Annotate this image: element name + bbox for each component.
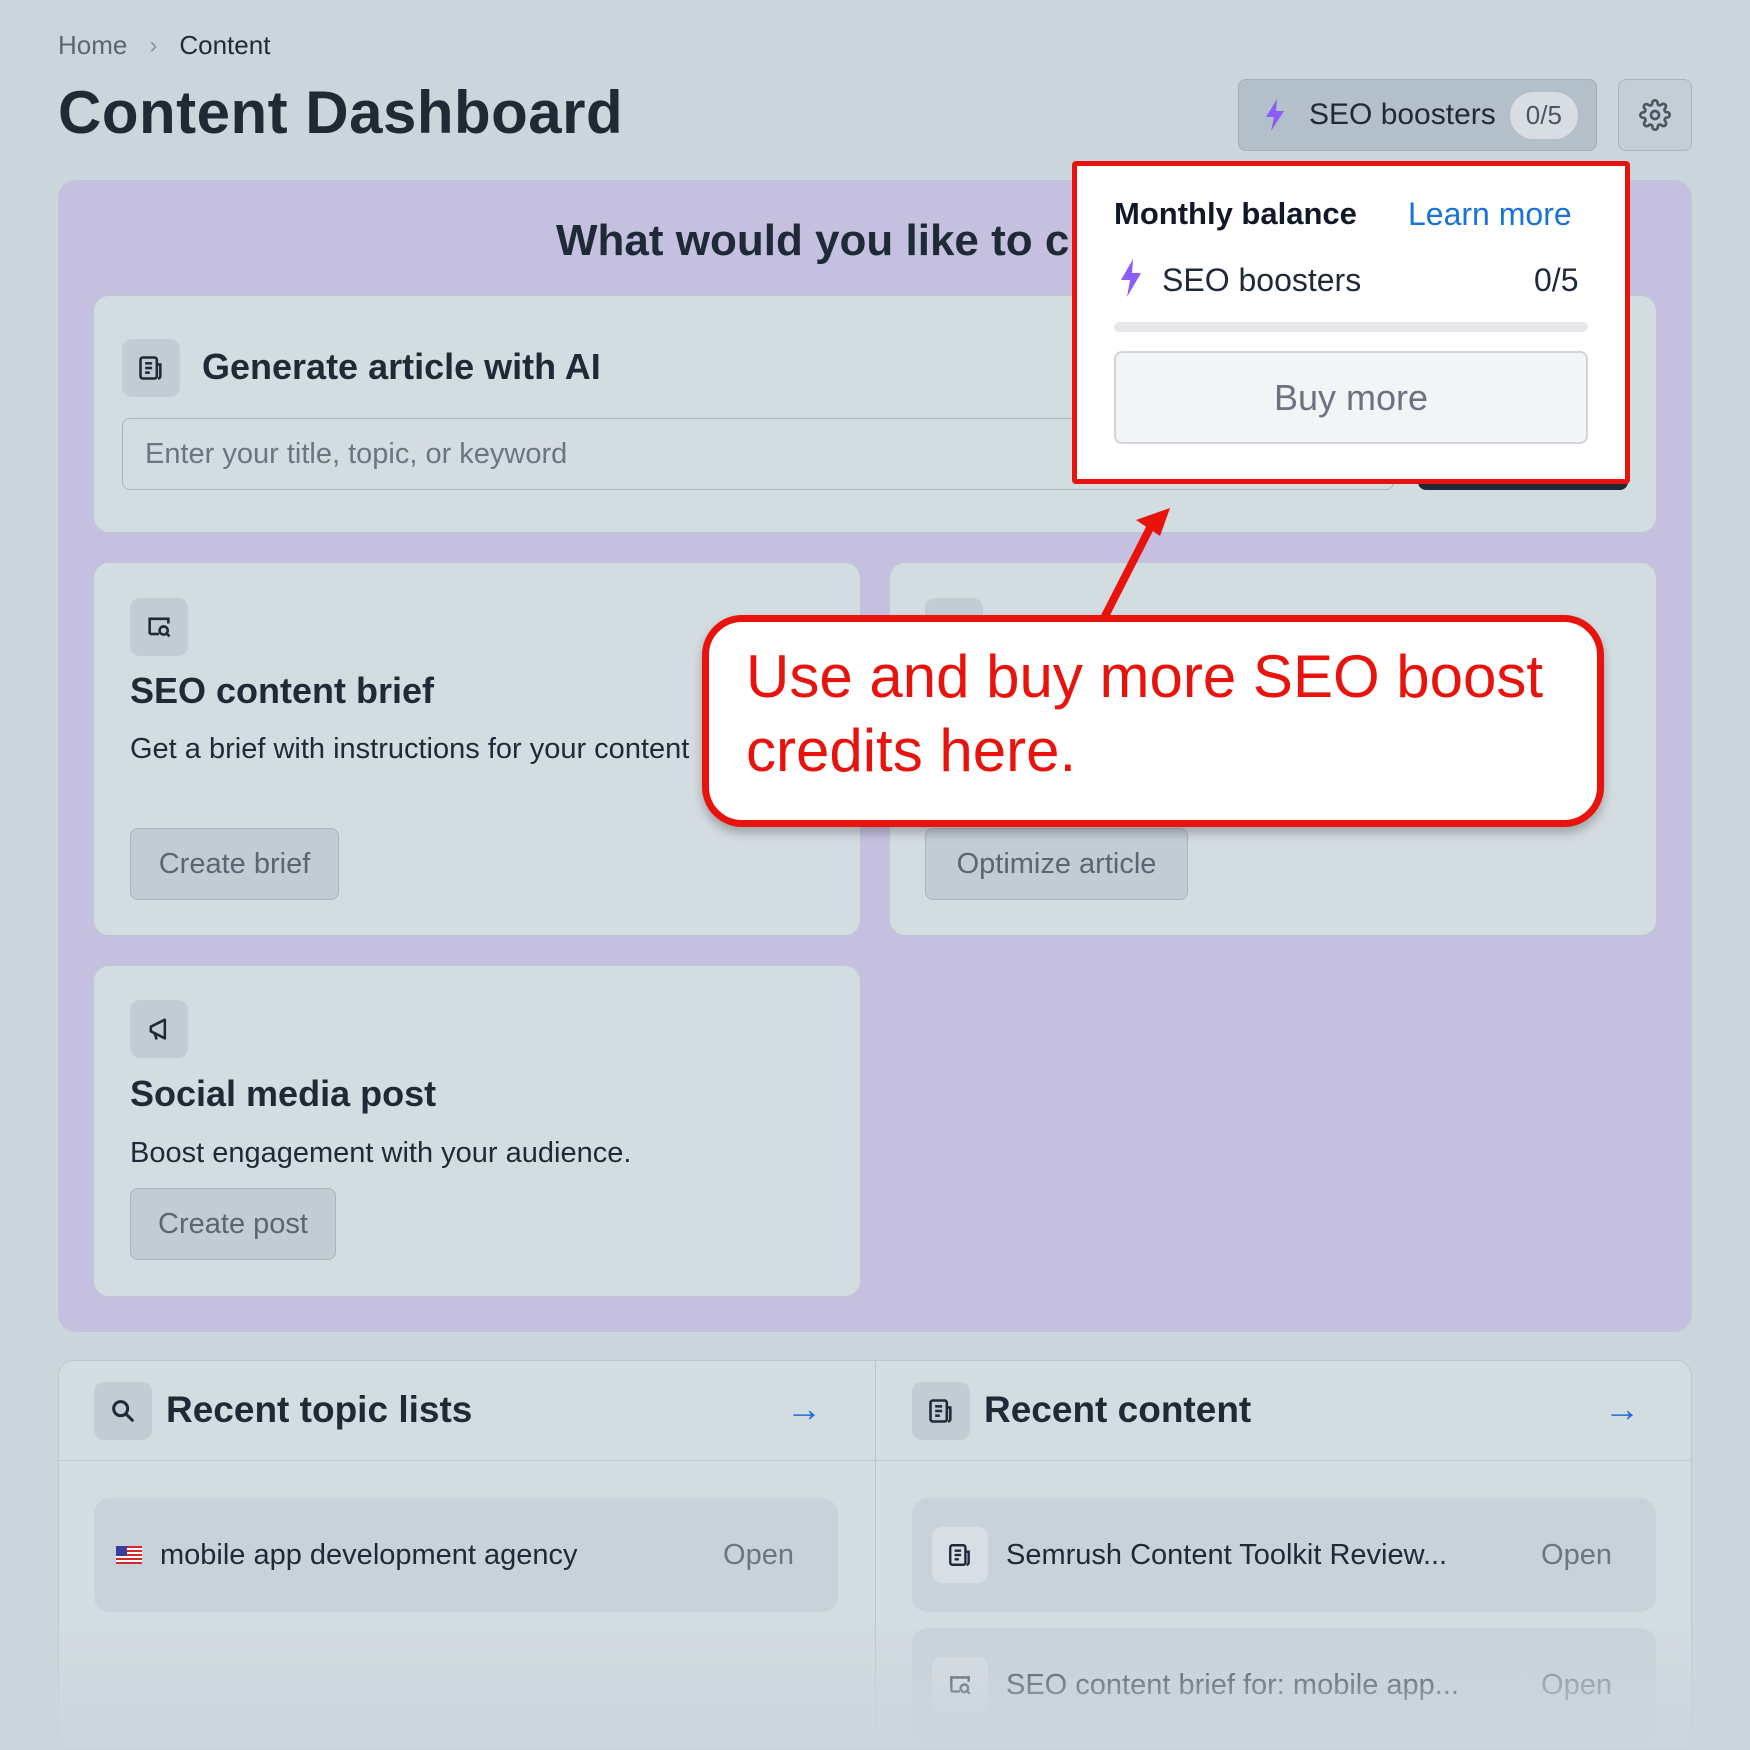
boosters-progress-bar	[1114, 322, 1588, 332]
us-flag-icon	[116, 1546, 142, 1564]
open-link[interactable]: Open	[1541, 1539, 1656, 1572]
seo-boosters-count-badge: 0/5	[1509, 91, 1578, 139]
create-brief-button[interactable]: Create brief	[130, 828, 339, 900]
recent-content-icon-box	[912, 1382, 970, 1440]
megaphone-icon	[149, 1018, 167, 1040]
create-post-button[interactable]: Create post	[130, 1188, 336, 1260]
seo-boosters-label: SEO boosters	[1309, 98, 1496, 131]
arrow-right-icon[interactable]: →	[786, 1388, 822, 1430]
gear-icon	[1639, 99, 1671, 131]
breadcrumb-home-link[interactable]: Home	[58, 30, 127, 61]
seo-content-brief-description: Get a brief with instructions for your c…	[130, 733, 690, 765]
arrow-right-icon[interactable]: →	[1604, 1388, 1640, 1430]
seo-boosters-button[interactable]: SEO boosters 0/5	[1238, 79, 1597, 151]
monthly-balance-title: Monthly balance	[1114, 196, 1357, 231]
page-title: Content Dashboard	[58, 79, 624, 146]
recent-topic-lists-title: Recent topic lists	[166, 1389, 473, 1430]
social-media-post-title: Social media post	[130, 1073, 437, 1114]
learn-more-link[interactable]: Learn more	[1408, 196, 1572, 233]
settings-button[interactable]	[1618, 79, 1692, 151]
search-icon	[112, 1400, 134, 1422]
topic-lists-icon-box	[94, 1382, 152, 1440]
recent-panel-divider	[875, 1360, 876, 1750]
article-icon-box	[122, 339, 180, 397]
recent-content-title: Recent content	[984, 1389, 1252, 1430]
annotation-text: Use and buy more SEO boost credits here.	[746, 643, 1544, 784]
list-item[interactable]: SEO content brief for: mobile app... Ope…	[912, 1628, 1656, 1742]
lightning-icon	[1121, 259, 1141, 297]
generate-article-title: Generate article with AI	[202, 346, 601, 387]
document-search-icon	[932, 1657, 988, 1713]
open-link[interactable]: Open	[1541, 1669, 1656, 1702]
social-media-post-description: Boost engagement with your audience.	[130, 1137, 632, 1169]
content-item-label: SEO content brief for: mobile app...	[1006, 1668, 1459, 1701]
breadcrumb-current: Content	[179, 30, 271, 60]
popover-boosters-label: SEO boosters	[1162, 262, 1362, 298]
document-search-icon	[148, 617, 171, 638]
buy-more-button[interactable]: Buy more	[1114, 351, 1588, 444]
topic-list-label: mobile app development agency	[160, 1538, 578, 1571]
social-icon-box	[130, 1000, 188, 1058]
list-item[interactable]: Semrush Content Toolkit Review... Open	[912, 1498, 1656, 1612]
popover-boosters-count: 0/5	[1534, 262, 1579, 298]
brief-icon-box	[130, 598, 188, 656]
optimize-article-button[interactable]: Optimize article	[925, 828, 1188, 900]
document-icon	[932, 1527, 988, 1583]
open-link[interactable]: Open	[723, 1539, 838, 1572]
seo-content-brief-title: SEO content brief	[130, 670, 435, 711]
lightning-icon	[1266, 99, 1284, 131]
chevron-right-icon: ›	[149, 31, 158, 59]
annotation-arrow	[1098, 508, 1170, 626]
breadcrumb: Home › Content	[58, 30, 270, 61]
document-icon	[929, 1399, 952, 1423]
list-item[interactable]: mobile app development agency Open	[94, 1498, 838, 1612]
recent-panel-header-divider	[58, 1460, 1692, 1461]
content-item-label: Semrush Content Toolkit Review...	[1006, 1538, 1448, 1571]
document-icon	[139, 356, 162, 380]
